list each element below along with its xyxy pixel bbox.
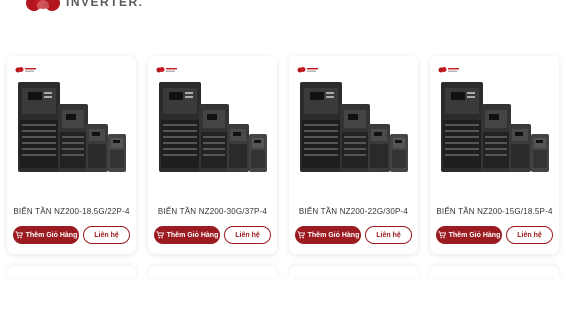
card-brand-logo-icon — [156, 67, 177, 73]
add-to-cart-label: Thêm Giỏ Hàng — [448, 231, 501, 239]
product-card-peek — [289, 266, 418, 278]
add-to-cart-label: Thêm Giỏ Hàng — [25, 231, 78, 239]
product-card-peek — [430, 266, 559, 278]
product-image[interactable] — [437, 78, 552, 193]
product-title[interactable]: BIẾN TẦN NZ200-15G/18.5P-4 — [430, 207, 559, 216]
add-to-cart-button[interactable]: Thêm Giỏ Hàng — [13, 226, 79, 244]
add-to-cart-button[interactable]: Thêm Giỏ Hàng — [436, 226, 502, 244]
contact-button[interactable]: Liên hệ — [506, 226, 553, 244]
product-card[interactable]: BIẾN TẦN NZ200-30G/37P-4 Thêm Giỏ Hàng L… — [148, 56, 277, 254]
card-brand-logo-icon — [438, 67, 459, 73]
brand-logo-icon — [26, 0, 60, 12]
product-image[interactable] — [155, 78, 270, 193]
cart-icon — [297, 231, 305, 239]
product-card-peek — [148, 266, 277, 278]
card-brand-logo-icon — [15, 67, 36, 73]
add-to-cart-label: Thêm Giỏ Hàng — [166, 231, 219, 239]
product-title[interactable]: BIẾN TẦN NZ200-30G/37P-4 — [148, 207, 277, 216]
contact-button[interactable]: Liên hệ — [83, 226, 130, 244]
product-title[interactable]: BIẾN TẦN NZ200-22G/30P-4 — [289, 207, 418, 216]
product-card-peek — [7, 266, 136, 278]
product-title[interactable]: BIẾN TẦN NZ200-18.5G/22P-4 — [7, 207, 136, 216]
product-card[interactable]: BIẾN TẦN NZ200-22G/30P-4 Thêm Giỏ Hàng L… — [289, 56, 418, 254]
product-image[interactable] — [296, 78, 411, 193]
product-grid: BIẾN TẦN NZ200-18.5G/22P-4 Thêm Giỏ Hàng… — [7, 56, 559, 254]
cart-icon — [438, 231, 446, 239]
contact-button[interactable]: Liên hệ — [224, 226, 271, 244]
product-image[interactable] — [14, 78, 129, 193]
add-to-cart-button[interactable]: Thêm Giỏ Hàng — [154, 226, 220, 244]
product-grid-next-row — [7, 266, 559, 278]
product-card[interactable]: BIẾN TẦN NZ200-18.5G/22P-4 Thêm Giỏ Hàng… — [7, 56, 136, 254]
card-brand-logo-icon — [297, 67, 318, 73]
cart-icon — [156, 231, 164, 239]
cart-icon — [15, 231, 23, 239]
add-to-cart-label: Thêm Giỏ Hàng — [307, 231, 360, 239]
product-card[interactable]: BIẾN TẦN NZ200-15G/18.5P-4 Thêm Giỏ Hàng… — [430, 56, 559, 254]
contact-button[interactable]: Liên hệ — [365, 226, 412, 244]
add-to-cart-button[interactable]: Thêm Giỏ Hàng — [295, 226, 361, 244]
brand-name: INVERTER. — [66, 0, 144, 9]
